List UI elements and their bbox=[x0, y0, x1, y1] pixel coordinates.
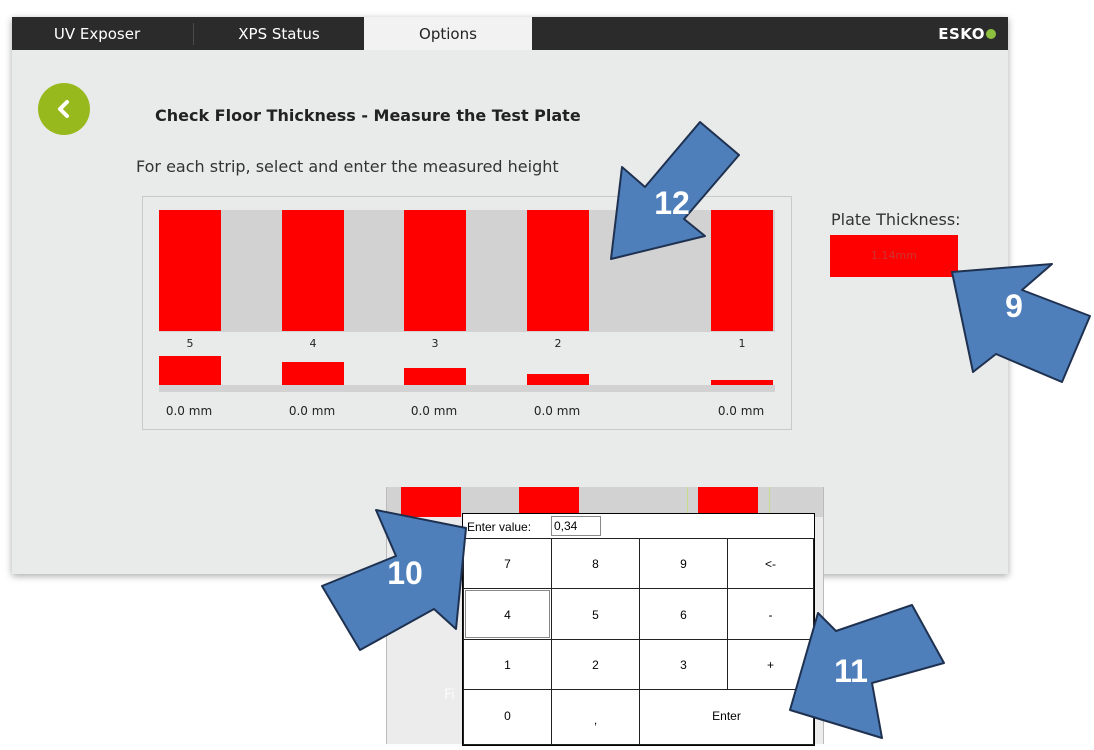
strip-height-bar[interactable] bbox=[527, 374, 589, 385]
back-button[interactable] bbox=[38, 83, 90, 135]
key-8[interactable]: 8 bbox=[551, 538, 640, 589]
key-1[interactable]: 1 bbox=[463, 639, 552, 690]
strip-number: 4 bbox=[310, 337, 317, 350]
key-backspace[interactable]: <- bbox=[727, 538, 814, 589]
strip-height-bar[interactable] bbox=[282, 362, 344, 385]
strip-row-background bbox=[159, 210, 775, 332]
strip-measured-value: 0.0 mm bbox=[289, 404, 335, 418]
key-4[interactable]: 4 bbox=[463, 588, 552, 640]
key-2[interactable]: 2 bbox=[551, 639, 640, 690]
key-enter[interactable]: Enter bbox=[639, 689, 814, 745]
plate-thickness-value[interactable]: 1.14mm bbox=[830, 235, 958, 277]
background-button-text: Fi bbox=[444, 687, 455, 703]
gear-icon bbox=[986, 29, 996, 39]
key-comma[interactable]: , bbox=[551, 689, 640, 745]
strip-panel: 5 0.0 mm 4 0.0 mm 3 0.0 mm 2 0.0 mm 1 0.0 mm bbox=[142, 196, 792, 430]
brand-name: ESKO bbox=[938, 25, 985, 43]
strip-bar[interactable] bbox=[711, 210, 773, 331]
test-plate-strips: 5 0.0 mm 4 0.0 mm 3 0.0 mm 2 0.0 mm 1 0.0 mm bbox=[159, 210, 775, 418]
strip-measured-value: 0.0 mm bbox=[411, 404, 457, 418]
key-9[interactable]: 9 bbox=[639, 538, 728, 589]
strip-number: 2 bbox=[555, 337, 562, 350]
strip-measured-value: 0.0 mm bbox=[718, 404, 764, 418]
plate-thickness-label: Plate Thickness: bbox=[831, 210, 961, 229]
page-title: Check Floor Thickness - Measure the Test… bbox=[155, 106, 581, 125]
measurement-baseline bbox=[159, 385, 775, 392]
strip-measured-value: 0.0 mm bbox=[534, 404, 580, 418]
tab-uv-exposer[interactable]: UV Exposer bbox=[12, 17, 182, 50]
strip-height-bar[interactable] bbox=[404, 368, 466, 385]
strip-height-bar[interactable] bbox=[159, 356, 221, 385]
tab-xps-status[interactable]: XPS Status bbox=[194, 17, 364, 50]
value-input[interactable]: 0,34 bbox=[551, 516, 601, 536]
strip-bar[interactable] bbox=[404, 210, 466, 331]
top-tab-bar: UV Exposer XPS Status Options ESKO bbox=[12, 17, 1008, 50]
callout-number-11: 11 bbox=[834, 653, 868, 689]
strip-bar[interactable] bbox=[282, 210, 344, 331]
strip-measured-value: 0.0 mm bbox=[166, 404, 212, 418]
key-5[interactable]: 5 bbox=[551, 588, 640, 640]
strip-preview-bar bbox=[401, 487, 461, 517]
strip-number: 3 bbox=[432, 337, 439, 350]
key-6[interactable]: 6 bbox=[639, 588, 728, 640]
key-3[interactable]: 3 bbox=[639, 639, 728, 690]
strip-number: 1 bbox=[739, 337, 746, 350]
chevron-left-icon bbox=[58, 100, 69, 118]
key-minus[interactable]: - bbox=[727, 588, 814, 640]
instruction-text: For each strip, select and enter the mea… bbox=[136, 157, 559, 176]
key-0[interactable]: 0 bbox=[463, 689, 552, 745]
numeric-keypad: Enter value: 0,34 7 8 9 <- 4 5 6 - 1 2 3… bbox=[462, 513, 815, 746]
esko-logo: ESKO bbox=[938, 17, 996, 50]
strip-bar[interactable] bbox=[159, 210, 221, 331]
strip-bar[interactable] bbox=[527, 210, 589, 331]
entry-label: Enter value: bbox=[467, 520, 532, 534]
strip-number: 5 bbox=[187, 337, 194, 350]
key-plus[interactable]: + bbox=[727, 639, 814, 690]
strip-height-bar[interactable] bbox=[711, 380, 773, 385]
key-7[interactable]: 7 bbox=[463, 538, 552, 589]
tab-options[interactable]: Options bbox=[364, 17, 532, 50]
